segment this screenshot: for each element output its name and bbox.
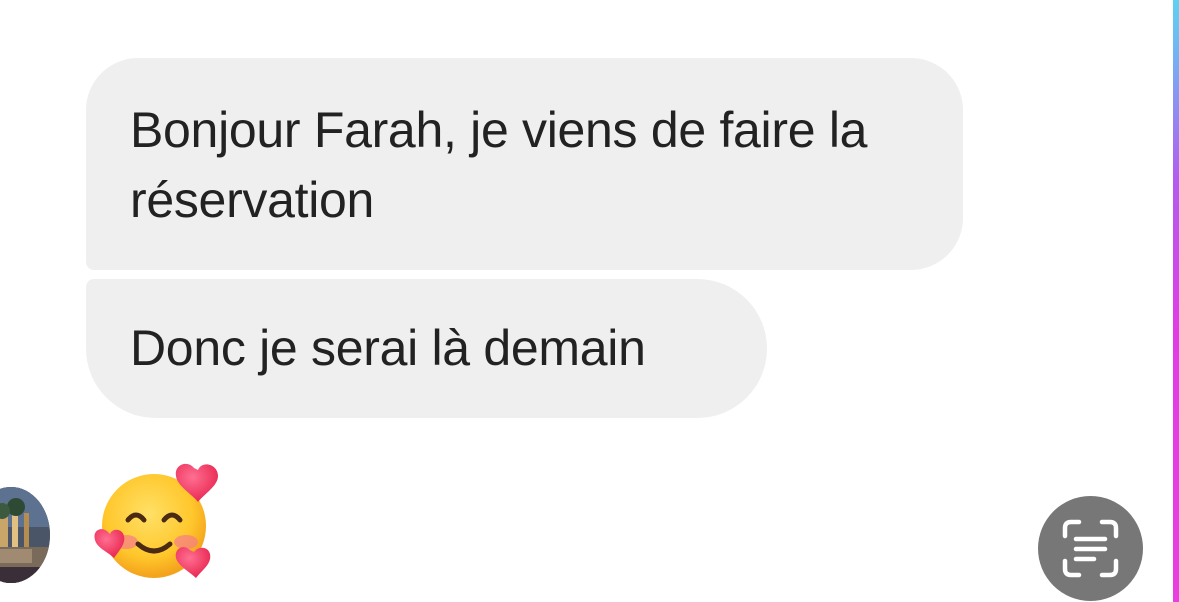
message-bubble[interactable]: Donc je serai là demain	[86, 279, 767, 418]
contact-avatar[interactable]	[0, 487, 50, 583]
scan-text-icon	[1062, 519, 1119, 578]
message-bubble[interactable]: Bonjour Farah, je viens de faire la rése…	[86, 58, 963, 270]
smiling-face-with-hearts-icon	[94, 463, 218, 578]
avatar-photo-icon	[0, 487, 50, 583]
chat-screen: Bonjour Farah, je viens de faire la rése…	[0, 0, 1179, 602]
scan-text-button[interactable]	[1038, 496, 1143, 601]
edge-gradient-bar	[1173, 0, 1179, 602]
